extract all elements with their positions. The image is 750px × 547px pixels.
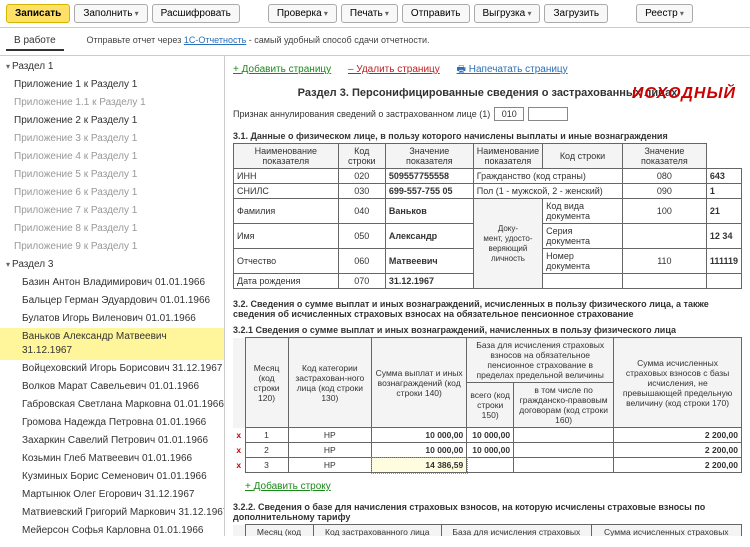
tree-person[interactable]: Булатов Игорь Виленович 01.01.1966: [0, 310, 224, 328]
tree-person[interactable]: Матвиевский Григорий Маркович 31.12.1967: [0, 504, 224, 522]
h32: 3.2. Сведения о сумме выплат и иных возн…: [233, 295, 742, 321]
annul-code: 010: [494, 107, 524, 121]
navigation-tree[interactable]: Раздел 1Приложение 1 к Разделу 1Приложен…: [0, 56, 225, 536]
load-button[interactable]: Загрузить: [544, 4, 608, 23]
main-toolbar: Записать Заполнить Расшифровать Проверка…: [0, 0, 750, 28]
tree-person[interactable]: Захаркин Савелий Петрович 01.01.1966: [0, 432, 224, 450]
tree-person[interactable]: Мартынюк Олег Егорович 31.12.1967: [0, 486, 224, 504]
delete-row-icon[interactable]: x: [233, 443, 245, 458]
tree-person[interactable]: Кузминых Борис Семенович 01.01.1966: [0, 468, 224, 486]
export-button[interactable]: Выгрузка: [474, 4, 541, 23]
tree-person[interactable]: Войцеховский Игорь Борисович 31.12.1967: [0, 360, 224, 378]
delete-row-icon[interactable]: x: [233, 458, 245, 473]
reporting-link[interactable]: 1С-Отчетность: [184, 35, 246, 45]
tree-person[interactable]: Базин Антон Владимирович 01.01.1966: [0, 274, 224, 292]
fill-button[interactable]: Заполнить: [74, 4, 147, 23]
section-title: Раздел 3. Персонифицированные сведения о…: [233, 85, 742, 105]
person-data-table[interactable]: Наименование показателяКод строкиЗначени…: [233, 143, 742, 289]
payments-table[interactable]: Месяц (код строки 120)Код категории заст…: [233, 337, 742, 473]
tree-appendix[interactable]: Приложение 3 к Разделу 1: [0, 130, 224, 148]
delete-row-icon[interactable]: x: [233, 428, 245, 443]
send-button[interactable]: Отправить: [402, 4, 470, 23]
content-panel: + Добавить страницу – Удалить страницу 🖶…: [225, 56, 750, 536]
tree-appendix[interactable]: Приложение 2 к Разделу 1: [0, 112, 224, 130]
tree-section-3[interactable]: Раздел 3: [0, 256, 224, 274]
h322: 3.2.2. Сведения о базе для начисления ст…: [233, 498, 742, 524]
tree-person[interactable]: Козьмин Глеб Матвеевич 01.01.1966: [0, 450, 224, 468]
decode-button[interactable]: Расшифровать: [152, 4, 240, 23]
tree-appendix[interactable]: Приложение 5 к Разделу 1: [0, 166, 224, 184]
tree-appendix[interactable]: Приложение 7 к Разделу 1: [0, 202, 224, 220]
tree-person[interactable]: Громова Надежда Петровна 01.01.1966: [0, 414, 224, 432]
save-button[interactable]: Записать: [6, 4, 70, 23]
h321: 3.2.1 Сведения о сумме выплат и иных воз…: [233, 321, 742, 337]
tree-person-selected[interactable]: Ваньков Александр Матвеевич31.12.1967: [0, 328, 224, 360]
tree-person[interactable]: Волков Марат Савельевич 01.01.1966: [0, 378, 224, 396]
print-button[interactable]: Печать: [341, 4, 398, 23]
sub-bar: В работе Отправьте отчет через 1С-Отчетн…: [0, 28, 750, 56]
h31: 3.1. Данные о физическом лице, в пользу …: [233, 127, 742, 143]
tree-appendix[interactable]: Приложение 1.1 к Разделу 1: [0, 94, 224, 112]
tree-section-1[interactable]: Раздел 1: [0, 58, 224, 76]
extra-tariff-table[interactable]: Месяц (код строки 180)Код застрахованног…: [233, 524, 742, 536]
delete-page-link[interactable]: – Удалить страницу: [348, 64, 440, 75]
check-button[interactable]: Проверка: [268, 4, 337, 23]
registry-button[interactable]: Реестр: [636, 4, 693, 23]
tree-person[interactable]: Бальцер Герман Эдуардович 01.01.1966: [0, 292, 224, 310]
print-page-link[interactable]: 🖶 Напечатать страницу: [457, 64, 568, 75]
status-stamp: ИСХОДНЫЙ: [632, 85, 736, 103]
tree-appendix[interactable]: Приложение 1 к Разделу 1: [0, 76, 224, 94]
info-text: Отправьте отчет через 1С-Отчетность - са…: [86, 35, 429, 45]
tree-appendix[interactable]: Приложение 8 к Разделу 1: [0, 220, 224, 238]
tree-person[interactable]: Мейерсон Софья Карловна 01.01.1966: [0, 522, 224, 536]
annul-field: Признак аннулирования сведений о застрах…: [233, 105, 742, 127]
add-page-link[interactable]: + Добавить страницу: [233, 64, 331, 75]
tree-appendix[interactable]: Приложение 9 к Разделу 1: [0, 238, 224, 256]
tree-appendix[interactable]: Приложение 6 к Разделу 1: [0, 184, 224, 202]
tree-person[interactable]: Габровская Светлана Марковна 01.01.1966: [0, 396, 224, 414]
tree-appendix[interactable]: Приложение 4 к Разделу 1: [0, 148, 224, 166]
status-tab[interactable]: В работе: [6, 32, 64, 51]
add-row-link-1[interactable]: + Добавить строку: [245, 481, 331, 492]
annul-value[interactable]: [528, 107, 568, 121]
